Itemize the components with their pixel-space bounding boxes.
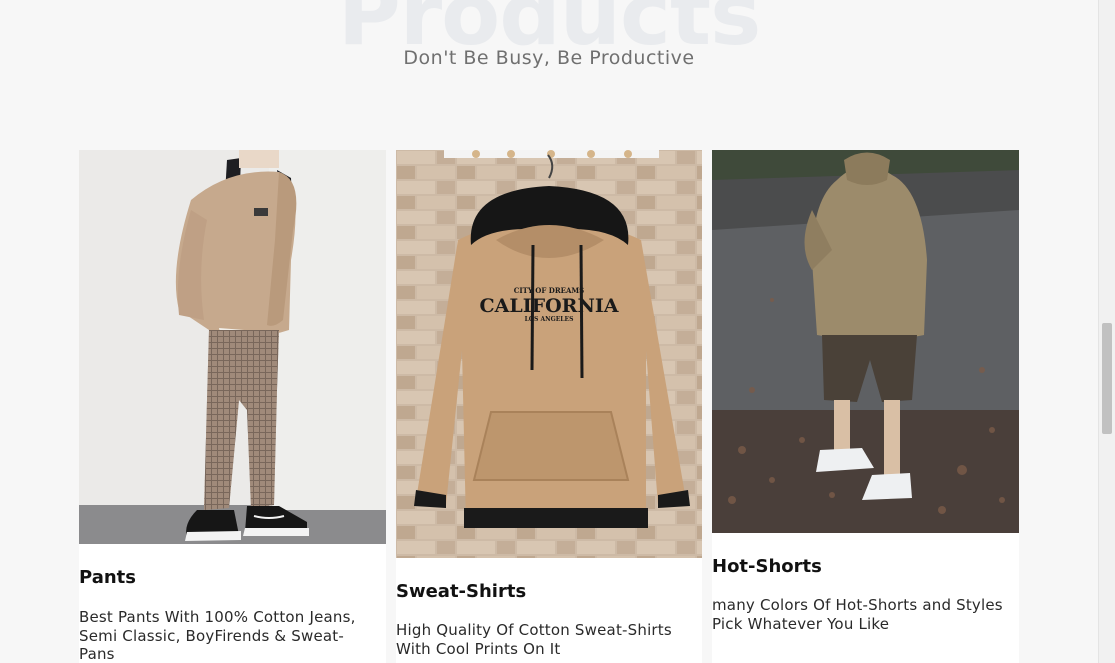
product-description: Best Pants With 100% Cotton Jeans, Semi … <box>79 608 356 663</box>
product-title[interactable]: Hot-Shorts <box>712 556 822 577</box>
print-line-1: CITY OF DREAMS <box>514 286 584 295</box>
print-line-3: LOS ANGELES <box>525 316 574 323</box>
product-card-sweat-shirts[interactable]: CITY OF DREAMS CALIFORNIA LOS ANGELES Sw… <box>396 150 702 663</box>
product-card-hot-shorts[interactable]: Hot-Shorts many Colors Of Hot-Shorts and… <box>712 150 1019 663</box>
product-card-pants[interactable]: Pants Best Pants With 100% Cotton Jeans,… <box>79 150 386 663</box>
product-description: many Colors Of Hot-Shorts and Styles Pic… <box>712 596 1003 633</box>
product-title[interactable]: Sweat-Shirts <box>396 581 526 602</box>
product-image-sweat-shirts[interactable]: CITY OF DREAMS CALIFORNIA LOS ANGELES <box>396 150 702 558</box>
products-page: Products Don't Be Busy, Be Productive Pa… <box>0 0 1098 663</box>
product-image-hot-shorts[interactable] <box>712 150 1019 533</box>
product-description: High Quality Of Cotton Sweat-Shirts With… <box>396 621 672 658</box>
print-line-2: CALIFORNIA <box>480 295 619 317</box>
section-subtitle: Don't Be Busy, Be Productive <box>403 47 695 69</box>
vertical-scrollbar[interactable] <box>1098 0 1115 663</box>
product-title[interactable]: Pants <box>79 567 136 588</box>
product-image-pants[interactable] <box>79 150 386 544</box>
scrollbar-thumb[interactable] <box>1102 323 1112 434</box>
